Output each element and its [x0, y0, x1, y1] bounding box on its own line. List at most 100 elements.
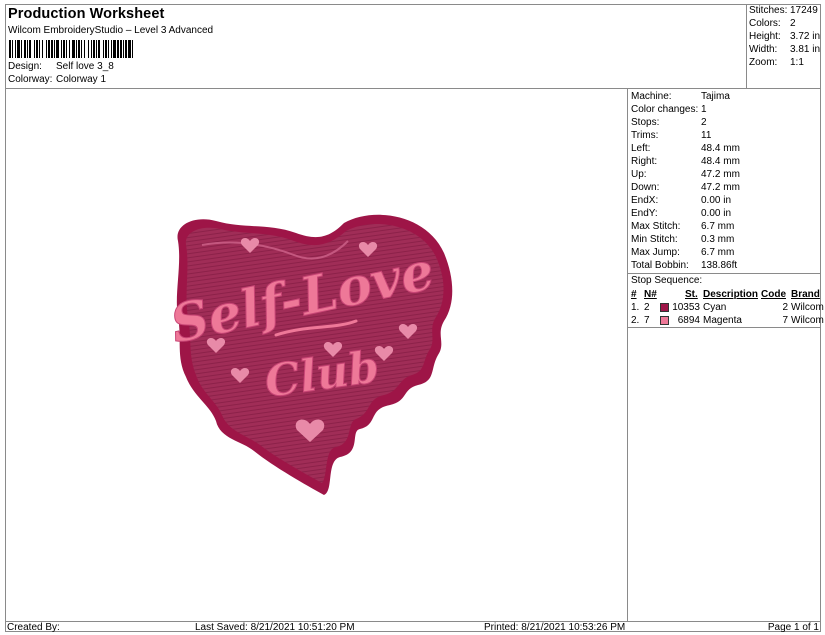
endx-label: EndX:: [631, 195, 659, 206]
up-row: Up: 47.2 mm: [631, 168, 740, 181]
total-bobbin-row: Total Bobbin: 138.86ft: [631, 259, 737, 272]
color-changes-value: 1: [701, 104, 707, 115]
design-preview: Self-Love Club: [6, 89, 628, 621]
row-code: 7: [782, 315, 788, 326]
row-description: Magenta: [703, 315, 742, 326]
colors-label: Colors:: [749, 18, 781, 29]
row-brand: Wilcom: [791, 302, 824, 313]
zoom-label: Zoom:: [749, 57, 778, 68]
total-bobbin-label: Total Bobbin:: [631, 260, 689, 271]
down-row: Down: 47.2 mm: [631, 181, 740, 194]
stop-sequence-table: # N# St. Description Code Brand 1. 2 103…: [628, 288, 824, 327]
trims-row: Trims: 11: [631, 129, 711, 142]
height-label: Height:: [749, 31, 781, 42]
color-swatch: [660, 303, 669, 312]
col-brand: Brand: [791, 289, 820, 300]
row-n: 7: [644, 315, 650, 326]
max-jump-row: Max Jump: 6.7 mm: [631, 246, 734, 259]
color-changes-label: Color changes:: [631, 104, 699, 115]
right-value: 48.4 mm: [701, 156, 740, 167]
table-header: # N# St. Description Code Brand: [628, 288, 821, 301]
stitches-label: Stitches:: [749, 5, 788, 16]
color-changes-row: Color changes: 1: [631, 103, 707, 116]
last-saved: Last Saved: 8/21/2021 10:51:20 PM: [195, 622, 355, 633]
row-brand: Wilcom: [791, 315, 824, 326]
design-value: Self love 3_8: [56, 61, 114, 72]
zoom-value: 1:1: [790, 57, 804, 68]
up-label: Up:: [631, 169, 647, 180]
min-stitch-value: 0.3 mm: [701, 234, 735, 245]
endy-value: 0.00 in: [701, 208, 732, 219]
color-swatch: [660, 316, 669, 325]
width-label: Width:: [749, 44, 778, 55]
max-jump-label: Max Jump:: [631, 247, 680, 258]
col-n: N#: [644, 289, 657, 300]
machine-value: Tajima: [701, 91, 730, 102]
divider: [628, 327, 821, 328]
design-label: Design:: [8, 61, 42, 72]
row-stitches: 10353: [672, 302, 700, 313]
design-stats: Stitches: 17249 Colors: 2 Height: 3.72 in W…: [747, 5, 821, 89]
max-jump-value: 6.7 mm: [701, 247, 735, 258]
up-value: 47.2 mm: [701, 169, 740, 180]
width-stat: Width: 3.81 in: [749, 44, 820, 55]
zoom-stat: Zoom: 1:1: [749, 57, 804, 68]
left-row: Left: 48.4 mm: [631, 142, 740, 155]
down-value: 47.2 mm: [701, 182, 740, 193]
endx-value: 0.00 in: [701, 195, 732, 206]
stop-sequence-title: Stop Sequence:: [631, 275, 703, 286]
row-n: 2: [644, 302, 650, 313]
down-label: Down:: [631, 182, 660, 193]
col-code: Code: [761, 289, 786, 300]
stops-row: Stops: 2: [631, 116, 707, 129]
left-label: Left:: [631, 143, 651, 154]
worksheet-header: Production Worksheet Wilcom EmbroiderySt…: [6, 5, 747, 89]
endy-row: EndY: 0.00 in: [631, 207, 731, 220]
right-label: Right:: [631, 156, 658, 167]
colors-value: 2: [790, 18, 796, 29]
machine-label: Machine:: [631, 91, 672, 102]
col-st: St.: [685, 289, 698, 300]
colors-stat: Colors: 2: [749, 18, 796, 29]
worksheet-footer: Created By: Last Saved: 8/21/2021 10:51:…: [6, 621, 821, 633]
trims-label: Trims:: [631, 130, 659, 141]
design-row: Design: Self love 3_8: [8, 61, 114, 72]
trims-value: 11: [701, 130, 712, 141]
machine-row: Machine: Tajima: [631, 90, 730, 103]
created-by: Created By:: [7, 622, 60, 633]
barcode: [9, 40, 209, 58]
height-stat: Height: 3.72 in: [749, 31, 820, 42]
colorway-row: Colorway: Colorway 1: [8, 74, 106, 85]
embroidery-design: Self-Love Club: [165, 214, 453, 495]
stitches-value: 17249: [790, 5, 818, 16]
max-stitch-label: Max Stitch:: [631, 221, 681, 232]
col-hash: #: [631, 289, 637, 300]
row-description: Cyan: [703, 302, 727, 313]
production-worksheet: Production Worksheet Wilcom EmbroiderySt…: [5, 4, 824, 633]
printed-date: Printed: 8/21/2021 10:53:26 PM: [484, 622, 626, 633]
total-bobbin-value: 138.86ft: [701, 260, 738, 271]
software-name: Wilcom EmbroideryStudio – Level 3 Advanc…: [8, 25, 214, 36]
stops-label: Stops:: [631, 117, 660, 128]
colorway-value: Colorway 1: [56, 74, 107, 85]
table-row: 2. 7 6894 Magenta 7 Wilcom: [628, 314, 824, 327]
row-index: 1.: [631, 302, 640, 313]
min-stitch-row: Min Stitch: 0.3 mm: [631, 233, 734, 246]
width-value: 3.81 in: [790, 44, 821, 55]
row-index: 2.: [631, 315, 640, 326]
row-code: 2: [782, 302, 788, 313]
colorway-label: Colorway:: [8, 74, 53, 85]
min-stitch-label: Min Stitch:: [631, 234, 678, 245]
max-stitch-row: Max Stitch: 6.7 mm: [631, 220, 734, 233]
endy-label: EndY:: [631, 208, 658, 219]
endx-row: EndX: 0.00 in: [631, 194, 731, 207]
stops-value: 2: [701, 117, 707, 128]
left-value: 48.4 mm: [701, 143, 740, 154]
row-stitches: 6894: [677, 315, 700, 326]
page-number: Page 1 of 1: [767, 622, 819, 633]
table-row: 1. 2 10353 Cyan 2 Wilcom: [628, 301, 824, 314]
stitches-stat: Stitches: 17249: [749, 5, 818, 16]
page-title: Production Worksheet: [8, 6, 165, 22]
max-stitch-value: 6.7 mm: [701, 221, 735, 232]
right-row: Right: 48.4 mm: [631, 155, 740, 168]
